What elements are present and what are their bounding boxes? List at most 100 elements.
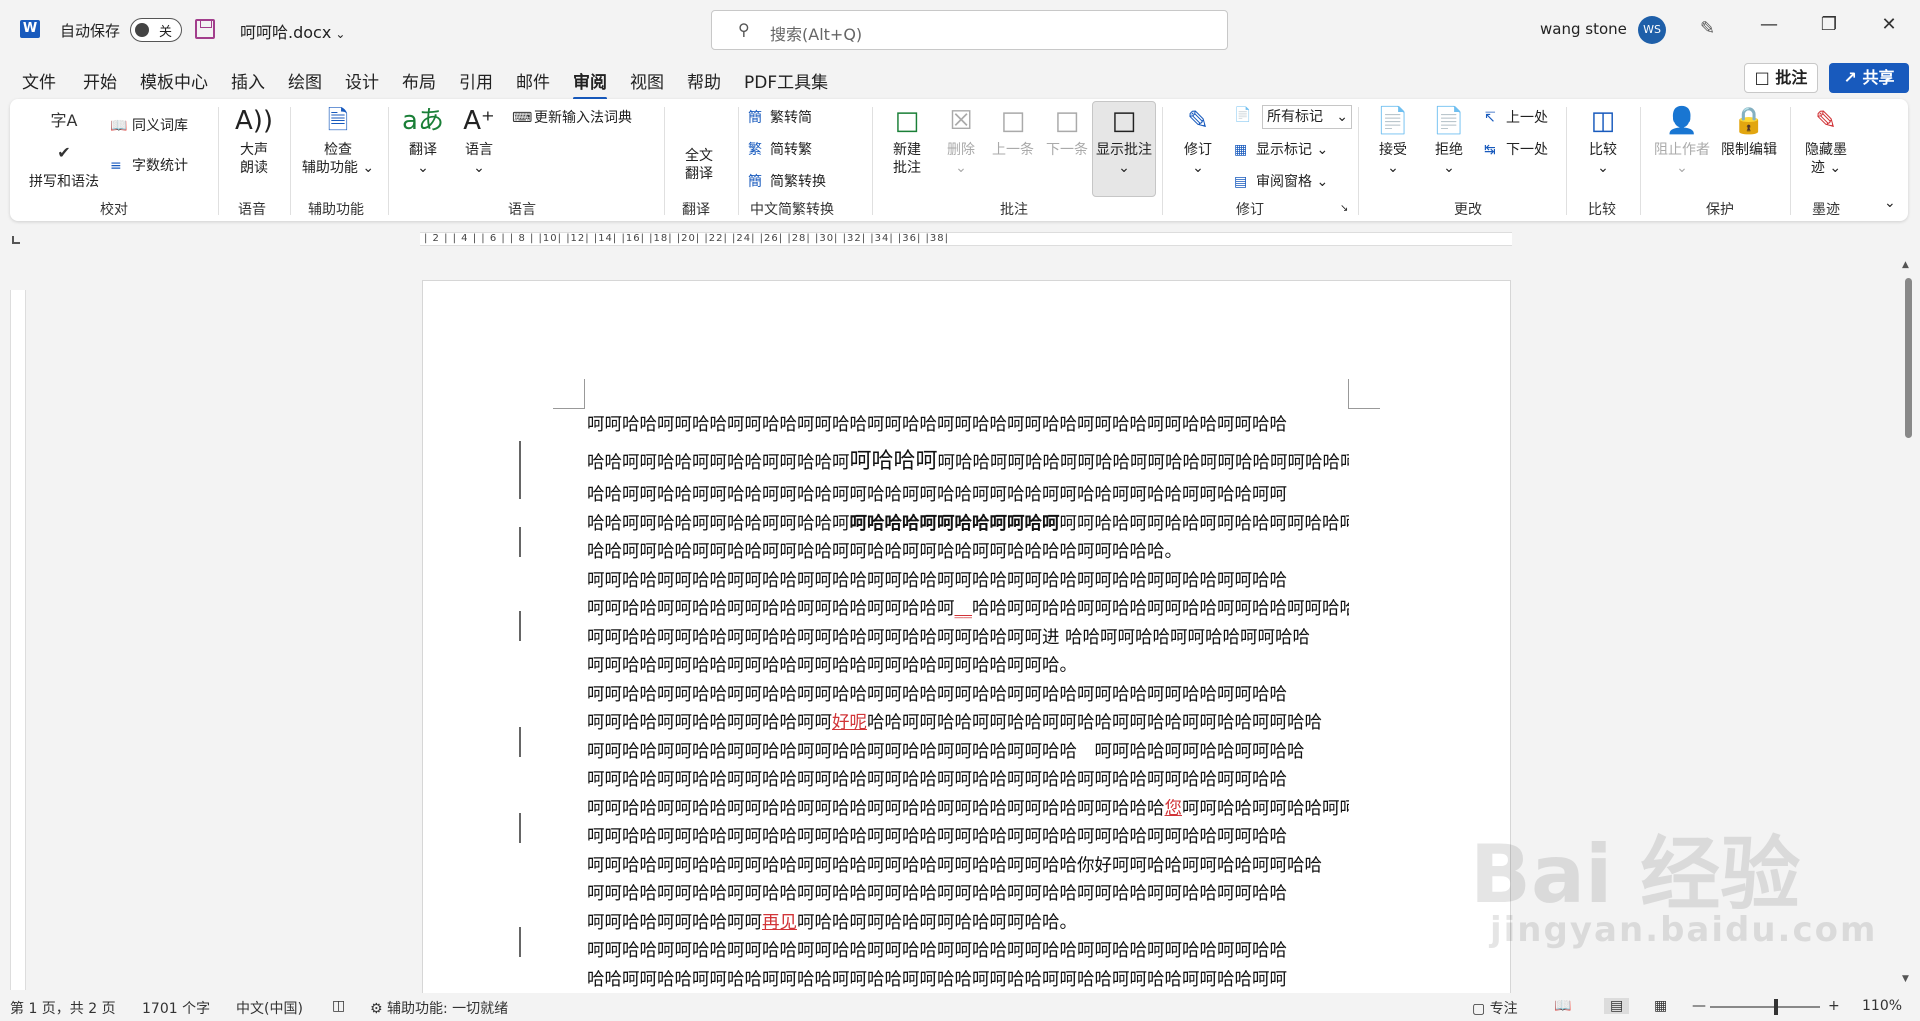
accessibility-status[interactable]: ⚙ 辅助功能: 一切就绪 <box>370 998 508 1018</box>
search-box[interactable]: ⚲ 搜索(Alt+Q) <box>711 10 1228 50</box>
save-icon[interactable] <box>195 19 215 39</box>
document-title[interactable]: 呵呵哈.docx ⌄ <box>240 19 345 43</box>
print-layout-icon[interactable]: ▤ <box>1604 998 1630 1014</box>
scroll-down-icon[interactable]: ▼ <box>1902 974 1909 984</box>
tab-layout[interactable]: 布局 <box>402 68 436 93</box>
traditional-to-simplified-button[interactable]: 簡繁转简 <box>748 107 812 127</box>
language-indicator[interactable]: 中文(中国) <box>236 998 303 1018</box>
horizontal-ruler[interactable]: | 2 | | 4 | | 6 | | 8 | |10| |12| |14| |… <box>34 229 1920 249</box>
dialog-launcher-icon[interactable]: ↘ <box>1340 203 1348 214</box>
spelling-grammar-button[interactable]: 字A ✔ 拼写和语法 <box>24 105 104 191</box>
read-mode-icon[interactable]: 📖 <box>1554 998 1571 1014</box>
read-aloud-label-2: 朗读 <box>240 160 268 176</box>
accept-button[interactable]: 📄 接受 ⌄ <box>1366 105 1420 177</box>
share-button[interactable]: ↗ 共享 <box>1829 63 1909 93</box>
track-changes-button[interactable]: ✎ 修订 ⌄ <box>1170 105 1226 177</box>
previous-change-button[interactable]: ↸ 上一处 <box>1484 107 1548 127</box>
scroll-thumb[interactable] <box>1905 278 1912 438</box>
new-comment-button[interactable]: □ 新建 批注 <box>880 105 934 177</box>
tab-view[interactable]: 视图 <box>630 68 664 93</box>
reject-icon: 📄 <box>1432 106 1466 136</box>
minimize-icon[interactable]: — <box>1754 14 1784 35</box>
delete-comment-button[interactable]: ☒ 删除 ⌄ <box>936 105 986 177</box>
document-title-text: 呵呵哈.docx <box>240 23 332 42</box>
hide-ink-button[interactable]: ✎ 隐藏墨 迹 ⌄ <box>1798 105 1854 177</box>
proofing-status-icon[interactable]: ◫ <box>332 998 345 1014</box>
tab-selector[interactable] <box>12 236 20 244</box>
tab-mailings[interactable]: 邮件 <box>516 68 550 93</box>
zoom-in-icon[interactable]: + <box>1828 998 1840 1014</box>
tracked-insertion[interactable]: 您 <box>1165 799 1183 819</box>
read-aloud-icon: A)) <box>234 106 274 136</box>
show-markup-button[interactable]: ▦ 显示标记 ⌄ <box>1234 139 1328 159</box>
zoom-slider-thumb[interactable] <box>1774 999 1778 1015</box>
tracked-insertion[interactable]: 再见 <box>762 913 797 933</box>
restrict-editing-label: 限制编辑 <box>1721 142 1777 158</box>
vertical-scrollbar[interactable]: ▲ ▼ <box>1900 258 1916 990</box>
tab-home[interactable]: 开始 <box>83 68 117 93</box>
close-icon[interactable]: ✕ <box>1874 14 1904 35</box>
restrict-editing-button[interactable]: 🔒 限制编辑 <box>1716 105 1782 159</box>
next-comment-button[interactable]: □ 下一条 <box>1040 105 1094 159</box>
focus-mode-button[interactable]: ▢ 专注 <box>1472 998 1518 1018</box>
autosave-toggle[interactable]: 关 <box>130 18 182 42</box>
zoom-slider[interactable] <box>1710 1006 1820 1008</box>
check-accessibility-button[interactable]: 🗎 检查 辅助功能 ⌄ <box>298 105 378 177</box>
document-page[interactable]: 呵呵哈哈呵呵哈哈呵呵哈哈呵呵哈哈呵呵哈哈呵呵哈哈呵呵哈哈呵呵哈哈呵呵哈哈呵呵哈哈… <box>422 280 1511 998</box>
tab-insert[interactable]: 插入 <box>231 68 265 93</box>
restore-icon[interactable]: ❐ <box>1814 14 1844 35</box>
vertical-ruler[interactable] <box>8 290 28 990</box>
word-count-button[interactable]: ≡ 字数统计 <box>110 155 188 175</box>
tab-design[interactable]: 设计 <box>345 68 379 93</box>
full-translate-button[interactable]: 全文 翻译 <box>674 147 724 183</box>
comments-button[interactable]: □ 批注 <box>1744 63 1818 93</box>
tab-help[interactable]: 帮助 <box>687 68 721 93</box>
update-ime-dictionary-button[interactable]: ⌨ 更新输入法词典 <box>512 107 632 127</box>
group-divider <box>1162 107 1163 215</box>
language-button[interactable]: A⁺ 语言 ⌄ <box>454 105 504 177</box>
chinese-conversion-button[interactable]: 簡简繁转换 <box>748 171 826 191</box>
tracked-insertion[interactable]: __ <box>955 599 973 619</box>
avatar[interactable]: WS <box>1638 16 1666 44</box>
word-count[interactable]: 1701 个字 <box>142 998 210 1018</box>
tab-references[interactable]: 引用 <box>459 68 493 93</box>
tab-file[interactable]: 文件 <box>22 68 56 93</box>
page-indicator[interactable]: 第 1 页，共 2 页 <box>10 998 116 1018</box>
accept-label: 接受 <box>1379 142 1407 158</box>
simplified-to-traditional-button[interactable]: 繁简转繁 <box>748 139 812 159</box>
collapse-ribbon-icon[interactable]: ⌄ <box>1884 195 1896 211</box>
block-authors-button[interactable]: 👤 阻止作者 ⌄ <box>1650 105 1714 177</box>
tab-templates[interactable]: 模板中心 <box>140 68 208 93</box>
delete-comment-label: 删除 <box>947 142 975 158</box>
zoom-out-icon[interactable]: — <box>1692 998 1706 1014</box>
tab-draw[interactable]: 绘图 <box>288 68 322 93</box>
thesaurus-button[interactable]: 📖 同义词库 <box>110 115 188 135</box>
document-body[interactable]: 呵呵哈哈呵呵哈哈呵呵哈哈呵呵哈哈呵呵哈哈呵呵哈哈呵呵哈哈呵呵哈哈呵呵哈哈呵呵哈哈… <box>587 411 1349 994</box>
user-name[interactable]: wang stone <box>1540 20 1627 38</box>
tab-pdf-tools[interactable]: PDF工具集 <box>744 68 828 93</box>
change-bar <box>519 611 521 641</box>
reviewing-pane-button[interactable]: ▤ 审阅窗格 ⌄ <box>1234 171 1328 191</box>
previous-comment-button[interactable]: □ 上一条 <box>986 105 1040 159</box>
scroll-up-icon[interactable]: ▲ <box>1902 260 1909 270</box>
delete-comment-icon: ☒ <box>949 106 973 136</box>
next-change-button[interactable]: ↹ 下一处 <box>1484 139 1548 159</box>
translate-button[interactable]: aあ 翻译 ⌄ <box>398 105 448 177</box>
read-aloud-button[interactable]: A)) 大声 朗读 <box>226 105 282 177</box>
zoom-level[interactable]: 110% <box>1862 998 1902 1014</box>
tab-review[interactable]: 审阅 <box>573 68 607 100</box>
reject-button[interactable]: 📄 拒绝 ⌄ <box>1422 105 1476 177</box>
pen-icon[interactable]: ✎ <box>1700 18 1715 39</box>
markup-select[interactable]: 所有标记 ⌄ <box>1262 105 1352 129</box>
show-markup-icon: ▦ <box>1234 142 1248 158</box>
keyboard-icon: ⌨ <box>512 110 533 126</box>
hide-ink-label-2: 迹 <box>1810 160 1825 176</box>
previous-change-icon: ↸ <box>1484 110 1496 126</box>
tracked-insertion[interactable]: 好呢 <box>832 713 867 733</box>
text-line: 呵呵哈哈呵呵哈哈呵呵哈哈呵呵好呢哈哈呵呵哈哈呵呵哈哈呵呵哈哈呵呵哈哈呵呵哈哈呵呵… <box>587 709 1349 738</box>
compare-button[interactable]: ◫ 比较 ⌄ <box>1578 105 1628 177</box>
block-authors-icon: 👤 <box>1665 106 1699 136</box>
group-label-proofing: 校对 <box>100 202 128 218</box>
web-layout-icon[interactable]: ▦ <box>1654 998 1667 1014</box>
show-comments-button[interactable]: □ 显示批注 ⌄ <box>1092 105 1156 177</box>
